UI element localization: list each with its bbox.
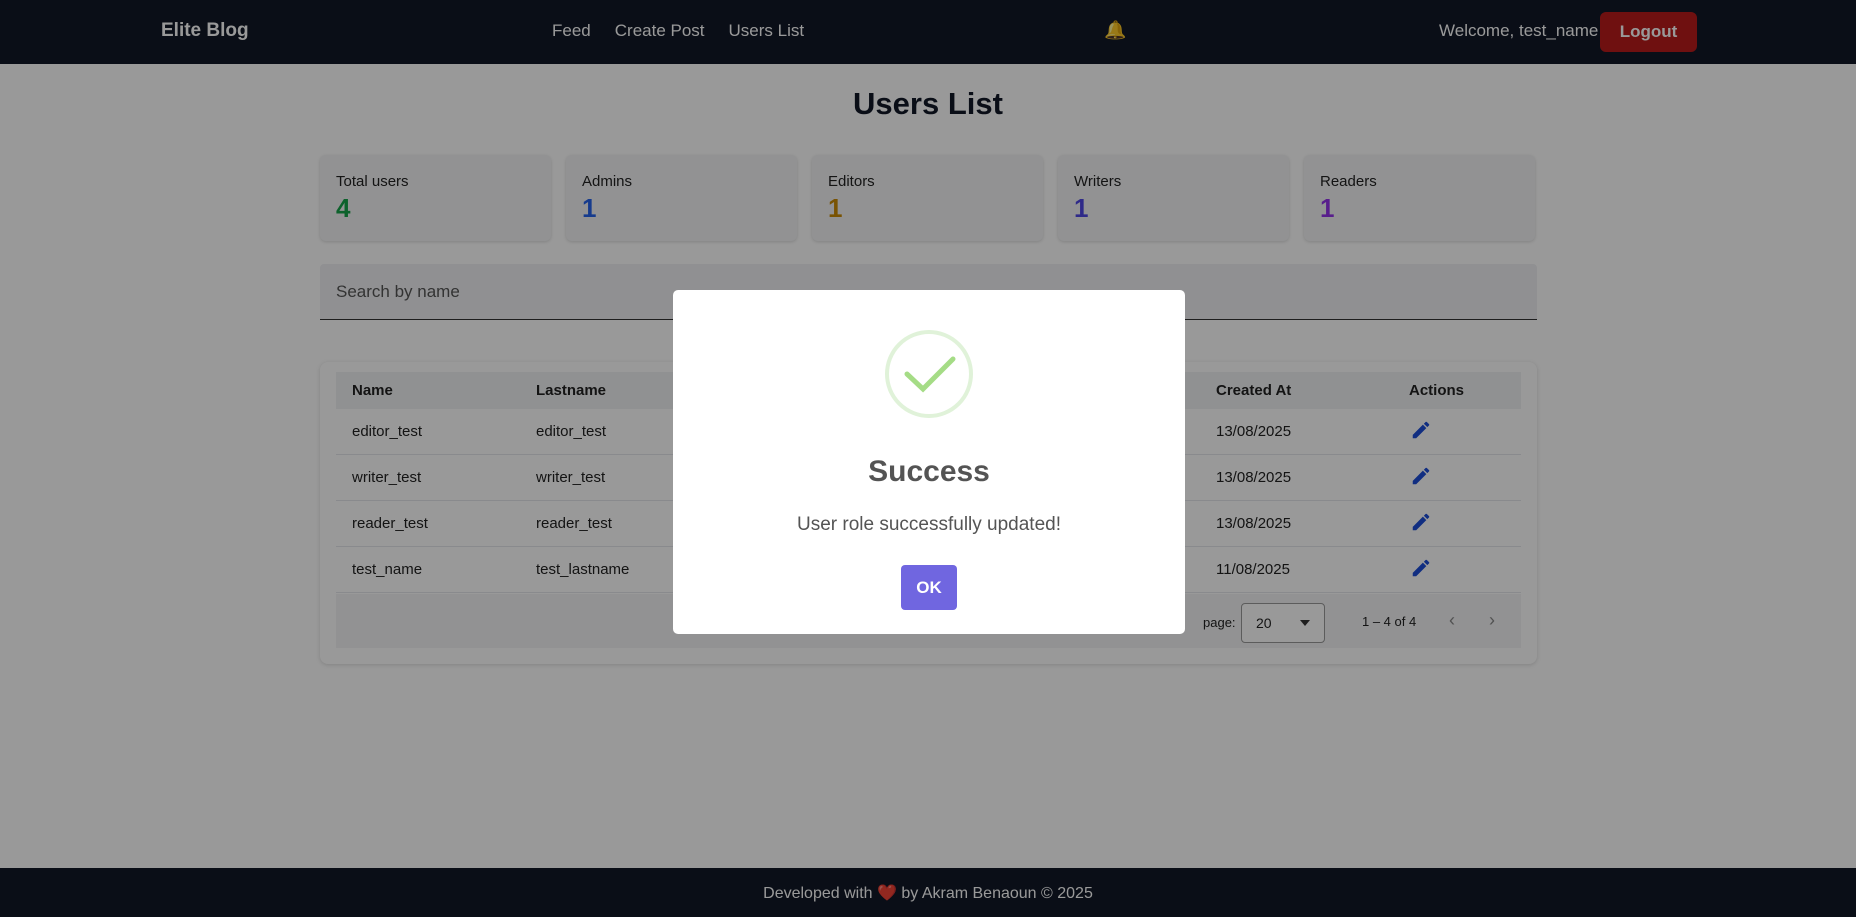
success-check-icon bbox=[885, 330, 973, 418]
dialog-message: User role successfully updated! bbox=[796, 514, 1061, 535]
success-dialog: Success User role successfully updated! … bbox=[673, 290, 1185, 634]
dialog-title: Success bbox=[868, 455, 990, 488]
ok-button[interactable]: OK bbox=[901, 565, 957, 610]
